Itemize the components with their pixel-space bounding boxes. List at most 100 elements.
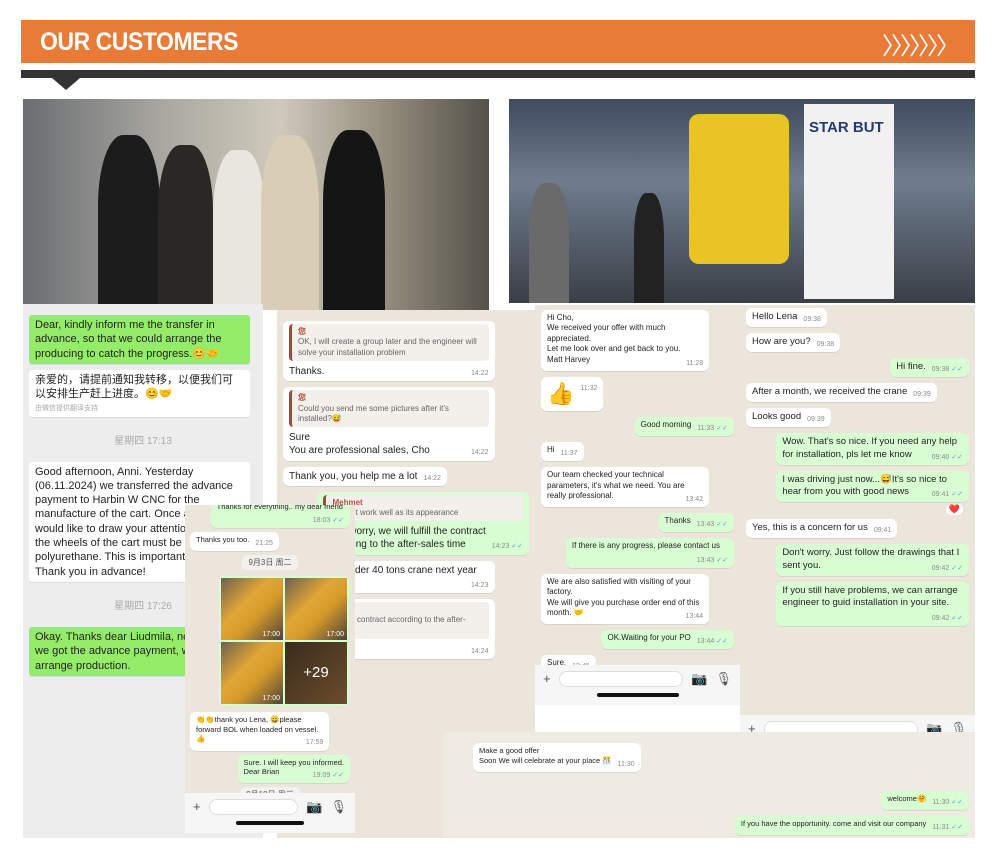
image-grid: 17:00 17:00 17:00 +29	[219, 575, 349, 706]
message-time: 09:41	[873, 527, 892, 535]
quoted-message: 您 Could you send me some pictures after i…	[289, 390, 489, 428]
message-bubble: Don't worry. Just follow the drawings th…	[776, 544, 969, 576]
message-text: Sure You are professional sales, Cho	[289, 432, 430, 457]
message-text: Thank you, you help me a lot	[289, 470, 418, 482]
message-text: Thanks	[664, 516, 691, 526]
message-bubble: After a month, we received the crane 09:3…	[746, 383, 937, 403]
message-text: Thanks for everything.. my dear friend	[216, 505, 343, 511]
message-bubble: welcome🤗 11:30 ✓✓	[881, 790, 969, 810]
message-text: Thanks you too.	[196, 534, 250, 544]
read-ticks-icon: ✓✓	[330, 516, 344, 524]
message-text: If you have the opportunity. come and vi…	[740, 818, 927, 828]
booth-sign: STAR BUT	[809, 119, 884, 136]
message-text: Hi fine.	[896, 361, 926, 373]
message-time: 09:41 ✓✓	[931, 491, 963, 499]
message-bubble: If you still have problems, we can arran…	[776, 581, 969, 626]
message-text: Our team checked your technical paramete…	[547, 470, 685, 501]
plus-icon[interactable]: +	[543, 671, 551, 686]
message-bubble: Hi fine. 09:38 ✓✓	[890, 358, 969, 378]
message-time: 11:37	[560, 450, 578, 458]
message-time: 11:30	[617, 760, 635, 768]
more-photos-button[interactable]: +29	[285, 641, 347, 704]
message-time: 14:24	[471, 647, 489, 655]
read-ticks-icon: ✓✓	[714, 521, 728, 529]
message-time: 14:23	[471, 581, 489, 589]
message-text: Hi Cho, We received your offer with much…	[547, 313, 681, 364]
photo-thumbnail[interactable]: 17:00	[221, 577, 283, 640]
message-bubble: Thank you, you help me a lot 14:22	[283, 466, 447, 486]
message-time: 09:40 ✓✓	[931, 453, 963, 461]
page-title: OUR CUSTOMERS	[40, 28, 239, 56]
message-bubble: Dear, kindly inform me the transfer in a…	[29, 315, 250, 364]
message-bubble: Thanks you too. 21:25	[190, 531, 279, 551]
message-time: 09:42 ✓✓	[931, 564, 963, 572]
mic-icon[interactable]: 🎙	[715, 671, 732, 687]
read-ticks-icon: ✓✓	[949, 491, 963, 499]
message-bubble: 👍 11:32	[541, 376, 604, 412]
message-text: 👏👏thank you Lena, 😀please forward BOL wh…	[196, 714, 319, 744]
message-time: 11:32	[580, 384, 598, 392]
quote-text: Could you send me some pictures after it…	[298, 403, 449, 424]
message-time: 11:30 ✓✓	[932, 798, 963, 806]
message-text: 👍	[547, 380, 575, 406]
divider-bar	[21, 70, 975, 78]
message-time: 14:22	[423, 474, 441, 482]
message-bubble: Sure. I will keep you informed. Dear Bri…	[237, 754, 350, 784]
message-bubble: OK.Waiting for your PO 13:44 ✓✓	[601, 630, 734, 650]
message-bubble: Hi 11:37	[541, 442, 584, 462]
date-separator: 星期四 17:26	[114, 600, 172, 612]
desktop-chat-panel-f: Make a good offer Soon We will celebrate…	[443, 732, 975, 838]
message-bubble: Good morning 11:33 ✓✓	[634, 417, 734, 437]
message-time: 13:42	[685, 496, 704, 504]
read-ticks-icon: ✓✓	[949, 564, 963, 572]
message-text: After a month, we received the crane	[752, 386, 908, 398]
quoted-message: 您 OK, I will create a group later and the…	[289, 324, 489, 362]
photo-thumbnail[interactable]: 17:00	[285, 577, 347, 640]
message-time: 13:43 ✓✓	[696, 556, 728, 564]
message-text: Make a good offer Soon We will celebrate…	[479, 746, 612, 765]
message-text: welcome🤗	[887, 793, 927, 803]
message-text: If there is any progress, please contact…	[571, 541, 720, 551]
message-bubble: Yes, this is a concern for us 09:41	[746, 519, 898, 539]
camera-icon[interactable]: 📷	[691, 671, 707, 687]
message-time: 09:38	[803, 316, 821, 323]
message-bubble: Hello Lena 09:38	[746, 308, 827, 328]
read-ticks-icon: ✓✓	[949, 366, 963, 374]
message-time: 13:43 ✓✓	[696, 521, 728, 529]
translation-note: 由微信提供翻译支持	[35, 405, 98, 413]
message-time: 17:59	[305, 739, 324, 747]
message-bubble: We are also satisfied with visiting of y…	[541, 573, 710, 625]
message-bubble: Looks good 09:39	[746, 408, 831, 428]
quote-text: OK, I will create a group later and the …	[298, 337, 477, 357]
read-ticks-icon: ✓✓	[330, 772, 344, 780]
photo-thumbnail[interactable]: 17:00	[221, 641, 283, 704]
message-time: 19:09 ✓✓	[312, 772, 344, 780]
message-time: 09:38 ✓✓	[931, 366, 963, 374]
date-separator: 9月3日 周二	[242, 554, 298, 570]
mic-icon[interactable]: 🎙	[330, 799, 347, 815]
read-ticks-icon: ✓✓	[949, 823, 963, 831]
message-input[interactable]	[558, 671, 684, 687]
message-time: 09:38	[816, 341, 835, 349]
message-text: We are also satisfied with visiting of y…	[547, 576, 700, 618]
message-bubble: Our team checked your technical paramete…	[541, 467, 710, 508]
message-text: Looks good	[752, 411, 802, 423]
read-ticks-icon: ✓✓	[714, 425, 728, 433]
chevrons-right-icon: 〉〉〉〉〉〉〉	[882, 33, 960, 60]
message-time: 09:39	[807, 416, 825, 424]
read-ticks-icon: ✓✓	[509, 543, 523, 551]
quote-author: 您	[298, 393, 306, 403]
message-bubble: Thanks for everything.. my dear friend 18…	[210, 505, 350, 528]
message-bubble: 您 OK, I will create a group later and the…	[283, 321, 495, 382]
message-bubble: If you have the opportunity. come and vi…	[734, 815, 969, 836]
whatsapp-chat-panel-c: Thanks for everything.. my dear friend 18…	[185, 505, 355, 833]
camera-icon[interactable]: 📷	[306, 799, 322, 815]
message-input[interactable]	[208, 799, 299, 815]
date-separator: 星期四 17:13	[114, 435, 172, 447]
plus-icon[interactable]: +	[193, 799, 201, 814]
message-time: 11:33 ✓✓	[697, 425, 728, 433]
timestamp: 17:00	[262, 694, 280, 702]
message-text: OK.Waiting for your PO	[607, 633, 691, 643]
trade-show-booth-photo: STAR BUT	[509, 99, 975, 303]
message-text: Hi	[547, 445, 555, 455]
